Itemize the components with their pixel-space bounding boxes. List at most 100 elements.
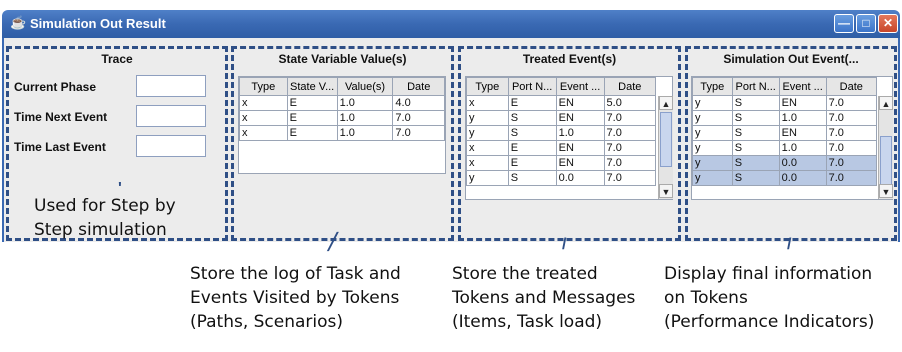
- table-row[interactable]: y S 0.0 7.0: [692, 155, 878, 171]
- table-row[interactable]: x E 1.0 7.0: [239, 125, 445, 141]
- minimize-button[interactable]: —: [834, 14, 854, 33]
- table-cell[interactable]: 7.0: [392, 110, 445, 126]
- table-cell[interactable]: 0.0: [778, 170, 827, 186]
- column-header[interactable]: Date: [392, 77, 445, 96]
- table-row[interactable]: y S 0.0 7.0: [466, 170, 657, 186]
- table-cell[interactable]: S: [507, 125, 557, 141]
- table-cell[interactable]: E: [507, 140, 557, 156]
- table-cell[interactable]: 1.0: [336, 95, 394, 111]
- table-cell[interactable]: x: [466, 155, 509, 171]
- table-cell[interactable]: E: [507, 95, 557, 111]
- simulation-out-events-table[interactable]: Type Port N... Event ... Date y S EN 7.0 y S 1.0 7…: [691, 76, 893, 200]
- table-cell[interactable]: 7.0: [603, 155, 657, 171]
- table-cell[interactable]: 7.0: [603, 125, 657, 141]
- table-cell[interactable]: y: [692, 170, 733, 186]
- table-cell[interactable]: S: [507, 170, 557, 186]
- treated-events-scrollbar[interactable]: ▲ ▼: [658, 96, 673, 199]
- table-row[interactable]: x E EN 7.0: [466, 155, 657, 171]
- current-phase-input[interactable]: [136, 75, 206, 97]
- table-row[interactable]: y S EN 7.0: [692, 95, 878, 111]
- simulation-out-events-scrollbar[interactable]: ▲ ▼: [878, 96, 893, 199]
- table-row[interactable]: y S 1.0 7.0: [692, 110, 878, 126]
- table-cell[interactable]: x: [466, 140, 509, 156]
- close-button[interactable]: ✕: [878, 14, 898, 33]
- table-cell[interactable]: 1.0: [778, 110, 827, 126]
- table-cell[interactable]: EN: [555, 140, 605, 156]
- table-cell[interactable]: 1.0: [555, 125, 605, 141]
- column-header[interactable]: Port N...: [507, 77, 557, 96]
- window-titlebar[interactable]: ☕ Simulation Out Result — □ ✕: [2, 10, 900, 38]
- scroll-thumb[interactable]: [880, 136, 892, 191]
- table-cell[interactable]: 7.0: [825, 110, 878, 126]
- column-header[interactable]: Port N...: [731, 77, 780, 96]
- table-row[interactable]: x E EN 5.0: [466, 95, 657, 111]
- table-row[interactable]: y S 0.0 7.0: [692, 170, 878, 186]
- table-cell[interactable]: x: [239, 95, 288, 111]
- table-cell[interactable]: 7.0: [603, 110, 657, 126]
- column-header[interactable]: Event ...: [555, 77, 605, 96]
- table-cell[interactable]: E: [286, 125, 338, 141]
- table-cell[interactable]: S: [731, 155, 780, 171]
- table-cell[interactable]: EN: [555, 110, 605, 126]
- table-cell[interactable]: S: [731, 125, 780, 141]
- table-cell[interactable]: y: [692, 95, 733, 111]
- table-cell[interactable]: EN: [778, 95, 827, 111]
- column-header[interactable]: Type: [692, 77, 733, 96]
- column-header[interactable]: Date: [825, 77, 878, 96]
- table-cell[interactable]: y: [466, 110, 509, 126]
- table-cell[interactable]: y: [466, 170, 509, 186]
- table-cell[interactable]: x: [239, 110, 288, 126]
- table-cell[interactable]: 7.0: [825, 95, 878, 111]
- table-cell[interactable]: 7.0: [392, 125, 445, 141]
- table-cell[interactable]: 4.0: [392, 95, 445, 111]
- table-cell[interactable]: x: [466, 95, 509, 111]
- column-header[interactable]: Date: [603, 77, 657, 96]
- column-header[interactable]: Type: [466, 77, 509, 96]
- table-row[interactable]: y S EN 7.0: [692, 125, 878, 141]
- time-next-event-input[interactable]: [136, 105, 206, 127]
- table-cell[interactable]: E: [286, 95, 338, 111]
- table-row[interactable]: y S 1.0 7.0: [466, 125, 657, 141]
- time-last-event-input[interactable]: [136, 135, 206, 157]
- table-cell[interactable]: E: [507, 155, 557, 171]
- table-cell[interactable]: 0.0: [555, 170, 605, 186]
- table-cell[interactable]: 5.0: [603, 95, 657, 111]
- table-cell[interactable]: EN: [555, 95, 605, 111]
- table-cell[interactable]: S: [731, 95, 780, 111]
- table-cell[interactable]: S: [731, 140, 780, 156]
- treated-events-table[interactable]: Type Port N... Event ... Date x E EN 5.0 y S EN 7.…: [465, 76, 673, 200]
- scroll-down-icon[interactable]: ▼: [659, 184, 673, 198]
- table-cell[interactable]: y: [692, 125, 733, 141]
- state-variable-table[interactable]: Type State V... Value(s) Date x E 1.0 4.0 x E 1.0…: [238, 76, 446, 174]
- table-cell[interactable]: 7.0: [825, 140, 878, 156]
- column-header[interactable]: Value(s): [336, 77, 394, 96]
- table-cell[interactable]: 7.0: [825, 155, 878, 171]
- table-cell[interactable]: 1.0: [336, 110, 394, 126]
- table-cell[interactable]: EN: [555, 155, 605, 171]
- table-cell[interactable]: y: [692, 155, 733, 171]
- column-header[interactable]: Type: [239, 77, 288, 96]
- table-row[interactable]: y S EN 7.0: [466, 110, 657, 126]
- table-cell[interactable]: y: [692, 110, 733, 126]
- column-header[interactable]: Event ...: [778, 77, 827, 96]
- scroll-up-icon[interactable]: ▲: [659, 96, 673, 110]
- column-header[interactable]: State V...: [286, 77, 338, 96]
- table-cell[interactable]: 7.0: [825, 170, 878, 186]
- table-row[interactable]: x E EN 7.0: [466, 140, 657, 156]
- scroll-down-icon[interactable]: ▼: [879, 184, 893, 198]
- table-row[interactable]: y S 1.0 7.0: [692, 140, 878, 156]
- table-cell[interactable]: 7.0: [603, 140, 657, 156]
- table-cell[interactable]: EN: [778, 125, 827, 141]
- table-cell[interactable]: 7.0: [825, 125, 878, 141]
- table-cell[interactable]: 0.0: [778, 155, 827, 171]
- table-cell[interactable]: S: [507, 110, 557, 126]
- table-cell[interactable]: 1.0: [336, 125, 394, 141]
- table-cell[interactable]: S: [731, 170, 780, 186]
- table-cell[interactable]: 7.0: [603, 170, 657, 186]
- table-cell[interactable]: x: [239, 125, 288, 141]
- scroll-up-icon[interactable]: ▲: [879, 96, 893, 110]
- table-row[interactable]: x E 1.0 4.0: [239, 95, 445, 111]
- scroll-thumb[interactable]: [660, 112, 672, 167]
- table-cell[interactable]: E: [286, 110, 338, 126]
- table-cell[interactable]: S: [731, 110, 780, 126]
